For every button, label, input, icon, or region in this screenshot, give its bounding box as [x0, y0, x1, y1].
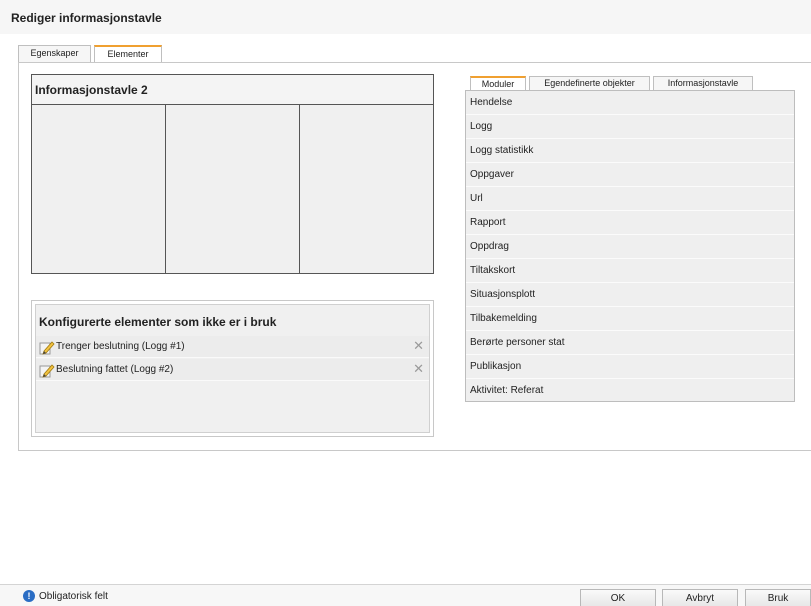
list-item-label: Trenger beslutning (Logg #1)	[56, 341, 185, 352]
module-item-aktivitet-referat[interactable]: Aktivitet: Referat	[466, 379, 794, 403]
module-item-berorte-personer-stat[interactable]: Berørte personer stat	[466, 331, 794, 355]
dialog: Rediger informasjonstavle Egenskaper Ele…	[0, 0, 811, 606]
info-icon: !	[23, 590, 35, 602]
tab-informasjonstavle[interactable]: Informasjonstavle	[653, 76, 753, 91]
board-title: Informasjonstavle 2	[32, 75, 433, 105]
tab-egenskaper[interactable]: Egenskaper	[18, 45, 91, 62]
list-item[interactable]: Trenger beslutning (Logg #1) ✕	[36, 336, 429, 358]
ok-button[interactable]: OK	[580, 589, 656, 606]
tab-elementer[interactable]: Elementer	[94, 45, 162, 63]
unused-elements-title: Konfigurerte elementer som ikke er i bru…	[39, 315, 277, 329]
title-bar: Rediger informasjonstavle	[0, 0, 811, 34]
list-item-label: Beslutning fattet (Logg #2)	[56, 364, 174, 375]
module-item-hendelse[interactable]: Hendelse	[466, 91, 794, 115]
module-item-oppgaver[interactable]: Oppgaver	[466, 163, 794, 187]
module-item-tiltakskort[interactable]: Tiltakskort	[466, 259, 794, 283]
pencil-icon	[39, 339, 55, 355]
module-item-situasjonsplott[interactable]: Situasjonsplott	[466, 283, 794, 307]
page-title: Rediger informasjonstavle	[11, 11, 162, 25]
module-item-tilbakemelding[interactable]: Tilbakemelding	[466, 307, 794, 331]
cancel-button[interactable]: Avbryt	[662, 589, 738, 606]
apply-button[interactable]: Bruk	[745, 589, 811, 606]
unused-elements-list: Konfigurerte elementer som ikke er i bru…	[35, 304, 430, 433]
board-column-1[interactable]	[32, 105, 166, 273]
list-item[interactable]: Beslutning fattet (Logg #2) ✕	[36, 359, 429, 381]
tab-egendefinerte-objekter[interactable]: Egendefinerte objekter	[529, 76, 650, 91]
module-item-oppdrag[interactable]: Oppdrag	[466, 235, 794, 259]
pencil-icon	[39, 362, 55, 378]
module-item-logg[interactable]: Logg	[466, 115, 794, 139]
footer-bar: ! Obligatorisk felt OK Avbryt Bruk	[0, 584, 811, 606]
module-item-logg-statistikk[interactable]: Logg statistikk	[466, 139, 794, 163]
module-item-publikasjon[interactable]: Publikasjon	[466, 355, 794, 379]
required-field-note: Obligatorisk felt	[39, 591, 108, 602]
module-item-rapport[interactable]: Rapport	[466, 211, 794, 235]
board-column-2[interactable]	[166, 105, 300, 273]
unused-elements-panel: Konfigurerte elementer som ikke er i bru…	[31, 300, 434, 437]
module-list: Hendelse Logg Logg statistikk Oppgaver U…	[465, 90, 795, 402]
module-item-url[interactable]: Url	[466, 187, 794, 211]
remove-icon[interactable]: ✕	[413, 339, 424, 353]
board-column-3[interactable]	[300, 105, 433, 273]
board-layout: Informasjonstavle 2	[31, 74, 434, 274]
remove-icon[interactable]: ✕	[413, 362, 424, 376]
